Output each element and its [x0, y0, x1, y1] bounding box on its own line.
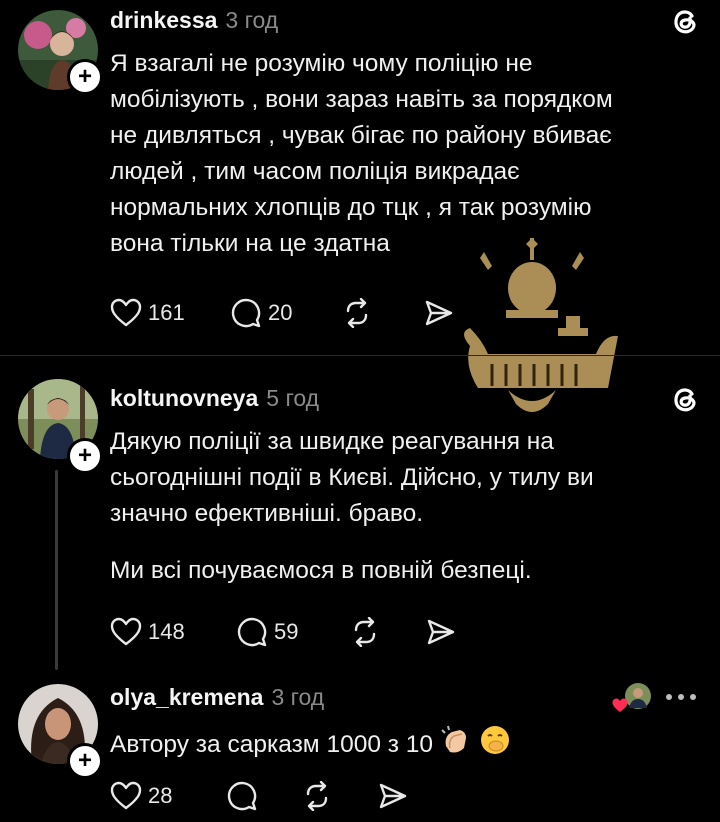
post-time: 3 год	[225, 7, 279, 33]
username[interactable]: drinkessa 3 год	[110, 7, 278, 34]
follow-plus-button[interactable]: +	[67, 59, 103, 95]
hand-over-mouth-emoji	[480, 726, 509, 754]
username[interactable]: olya_kremena 3 год	[110, 684, 324, 711]
share-button[interactable]	[378, 776, 408, 816]
post-actions: 148 59	[110, 612, 470, 652]
repost-icon	[354, 617, 376, 647]
divider	[0, 355, 720, 356]
emblem-watermark	[464, 238, 618, 412]
red-heart-icon	[612, 698, 628, 712]
reply-count: 59	[274, 619, 299, 644]
post-actions: 28	[110, 776, 410, 816]
repost-icon	[346, 298, 368, 328]
repost-button[interactable]	[350, 612, 380, 652]
comment-icon	[227, 781, 257, 811]
heart-icon	[110, 617, 142, 646]
comment-icon	[231, 298, 261, 328]
repost-button[interactable]	[342, 293, 372, 333]
comment-icon	[237, 617, 267, 647]
repost-button[interactable]	[302, 776, 332, 816]
more-dots-icon[interactable]	[664, 692, 698, 702]
post-body: Я взагалі не розумію чому поліцію не моб…	[110, 50, 613, 257]
heart-icon	[110, 298, 142, 327]
username[interactable]: koltunovneya 5 год	[110, 385, 319, 412]
threads-logo-icon[interactable]	[668, 4, 702, 38]
post-time: 5 год	[266, 385, 320, 411]
threads-logo-icon[interactable]	[668, 382, 702, 416]
author-avatar-small	[625, 683, 651, 709]
like-button[interactable]: 148	[110, 612, 185, 652]
clapping-hands-emoji	[441, 725, 466, 753]
send-icon	[379, 783, 407, 809]
reply-button[interactable]	[226, 776, 258, 816]
like-button[interactable]: 161	[110, 293, 185, 333]
post-time: 3 год	[271, 684, 325, 710]
like-button[interactable]: 28	[110, 776, 172, 816]
send-icon	[427, 619, 455, 645]
reply-button[interactable]: 59	[236, 612, 298, 652]
post-body: Автору за сарказм 1000 з 10	[110, 724, 511, 763]
follow-plus-button[interactable]: +	[67, 743, 103, 779]
reply-button[interactable]: 20	[230, 293, 292, 333]
liked-by-author-indicator	[612, 682, 652, 714]
like-count: 148	[148, 619, 185, 644]
share-button[interactable]	[426, 612, 456, 652]
repost-icon	[306, 781, 328, 811]
reply-count: 20	[268, 300, 293, 325]
like-count: 28	[148, 783, 173, 808]
heart-icon	[110, 781, 142, 810]
like-count: 161	[148, 300, 185, 325]
post-actions: 161 20	[110, 293, 470, 333]
post-body-paragraph-2: Ми всі почуваємося в повній безпеці.	[110, 557, 532, 584]
follow-plus-button[interactable]: +	[67, 438, 103, 474]
post-body: Дякую поліції за швидке реагування на сь…	[110, 428, 594, 527]
thread-connector-line	[55, 470, 58, 670]
